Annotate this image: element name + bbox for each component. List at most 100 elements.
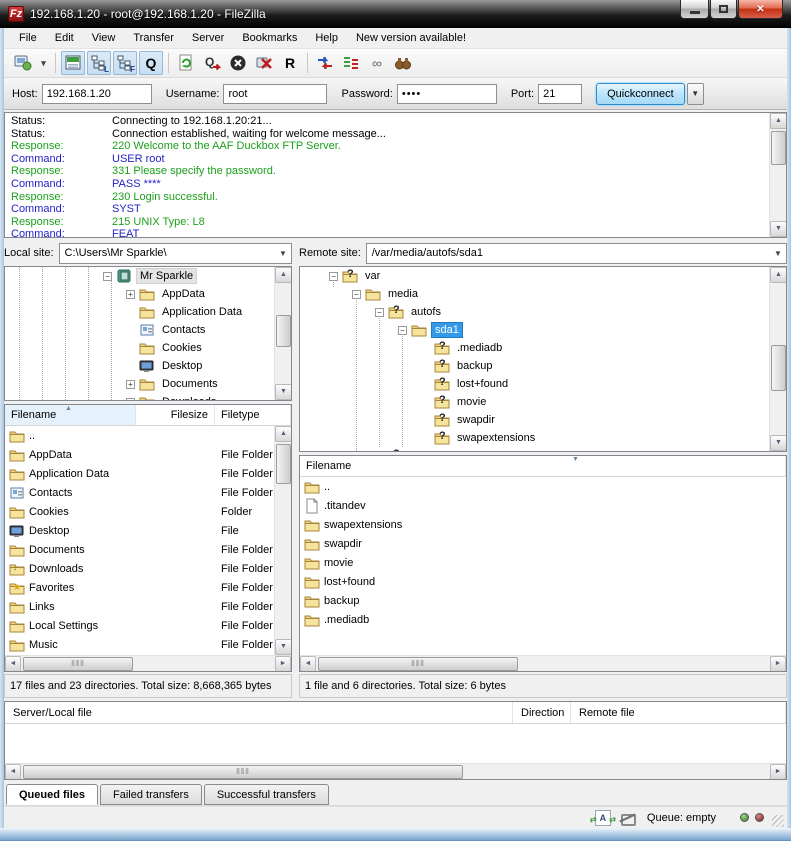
local-file-row[interactable]: DesktopFile <box>5 521 274 540</box>
queue-hscrollbar-thumb[interactable]: ⦀⦀⦀ <box>23 765 463 779</box>
port-input[interactable] <box>538 84 582 104</box>
menu-item-server[interactable]: Server <box>183 30 233 46</box>
scroll-up-icon[interactable]: ▲ <box>275 426 292 442</box>
remote-list-hscrollbar[interactable]: ◄ ⦀⦀⦀ ► <box>300 655 786 671</box>
local-list-scrollbar[interactable]: ▲ ▼ <box>274 426 291 655</box>
scroll-down-icon[interactable]: ▼ <box>770 221 787 237</box>
scroll-up-icon[interactable]: ▲ <box>275 267 292 283</box>
remote-tree-item[interactable]: −sda1 <box>300 321 786 339</box>
menu-item-view[interactable]: View <box>83 30 125 46</box>
scroll-up-icon[interactable]: ▲ <box>770 113 787 129</box>
local-list-hscrollbar-thumb[interactable]: ⦀⦀⦀ <box>23 657 133 671</box>
host-input[interactable] <box>42 84 152 104</box>
queue-hscrollbar[interactable]: ◄ ⦀⦀⦀ ► <box>5 763 786 779</box>
toggle-local-tree-button[interactable]: L <box>87 51 111 75</box>
scroll-right-icon[interactable]: ► <box>275 656 291 672</box>
log-scrollbar[interactable]: ▲ ▼ <box>769 113 786 237</box>
local-file-row[interactable]: ↓DownloadsFile Folder <box>5 559 274 578</box>
minimize-button[interactable] <box>680 0 709 19</box>
titlebar[interactable]: Fz 192.168.1.20 - root@192.168.1.20 - Fi… <box>0 0 791 28</box>
remote-file-row[interactable]: swapextensions <box>300 515 786 534</box>
local-site-combo[interactable]: C:\Users\Mr Sparkle\ ▼ <box>59 243 292 264</box>
remote-site-combo[interactable]: /var/media/autofs/sda1 ▼ <box>366 243 787 264</box>
username-input[interactable] <box>223 84 327 104</box>
local-file-row[interactable]: ContactsFile Folder <box>5 483 274 502</box>
remote-file-row[interactable]: .titandev <box>300 496 786 515</box>
local-tree-item[interactable]: Cookies <box>5 339 291 357</box>
chevron-down-icon[interactable]: ▼ <box>770 244 786 263</box>
quickconnect-dropdown-button[interactable]: ▼ <box>687 83 704 105</box>
column-header-filename[interactable]: Filename▼ <box>300 456 786 476</box>
column-header-filetype[interactable]: Filetype <box>215 405 291 425</box>
refresh-button[interactable] <box>174 51 198 75</box>
local-tree-item[interactable]: +Documents <box>5 375 291 393</box>
toggle-queue-button[interactable]: Q <box>139 51 163 75</box>
menu-item-help[interactable]: Help <box>306 30 347 46</box>
scroll-right-icon[interactable]: ► <box>770 764 786 780</box>
process-queue-button[interactable]: Q <box>200 51 224 75</box>
local-file-row[interactable]: CookiesFolder <box>5 502 274 521</box>
local-tree-item[interactable]: Application Data <box>5 303 291 321</box>
remote-tree-item[interactable]: ?swapextensions <box>300 429 786 447</box>
expander-collapse-icon[interactable]: − <box>352 290 361 299</box>
directory-comparison-button[interactable] <box>313 51 337 75</box>
local-tree-item[interactable]: Desktop <box>5 357 291 375</box>
scroll-right-icon[interactable]: ► <box>770 656 786 672</box>
menu-item-file[interactable]: File <box>10 30 46 46</box>
scroll-left-icon[interactable]: ◄ <box>300 656 316 672</box>
log-scrollbar-thumb[interactable] <box>771 131 786 165</box>
expander-expand-icon[interactable]: + <box>126 290 135 299</box>
expander-expand-icon[interactable]: + <box>126 380 135 389</box>
site-manager-dropdown-button[interactable]: ▾ <box>37 51 50 75</box>
local-file-row[interactable]: DocumentsFile Folder <box>5 540 274 559</box>
local-file-row[interactable]: Local SettingsFile Folder <box>5 616 274 635</box>
remote-file-row[interactable]: movie <box>300 553 786 572</box>
local-tree-scrollbar[interactable]: ▲ ▼ <box>274 267 291 400</box>
find-files-button[interactable] <box>391 51 415 75</box>
unencrypted-connection-icon[interactable] <box>619 811 635 825</box>
local-tree-item[interactable]: +↓Downloads <box>5 393 291 401</box>
local-list-scrollbar-thumb[interactable] <box>276 444 291 484</box>
remote-tree-item[interactable]: ?lost+found <box>300 375 786 393</box>
local-file-row[interactable]: Application DataFile Folder <box>5 464 274 483</box>
tab-failed-transfers[interactable]: Failed transfers <box>100 784 202 805</box>
menu-item-new-version-available[interactable]: New version available! <box>347 30 475 46</box>
password-input[interactable] <box>397 84 497 104</box>
remote-tree-item[interactable]: −?autofs <box>300 303 786 321</box>
remote-list-hscrollbar-thumb[interactable]: ⦀⦀⦀ <box>318 657 518 671</box>
tab-queued-files[interactable]: Queued files <box>6 784 98 805</box>
synchronized-browsing-button[interactable]: ∞ <box>365 51 389 75</box>
remote-file-row[interactable]: .. <box>300 477 786 496</box>
local-file-row[interactable]: MusicFile Folder <box>5 635 274 654</box>
maximize-button[interactable] <box>710 0 737 19</box>
local-tree-item[interactable]: +AppData <box>5 285 291 303</box>
remote-tree-item[interactable]: ?swapdir <box>300 411 786 429</box>
scroll-left-icon[interactable]: ◄ <box>5 764 21 780</box>
remote-tree-item[interactable]: ?backup <box>300 357 786 375</box>
local-tree-item[interactable]: −Mr Sparkle <box>5 267 291 285</box>
close-button[interactable]: ✕ <box>738 0 783 19</box>
scroll-down-icon[interactable]: ▼ <box>275 639 292 655</box>
transfer-type-icon[interactable]: A <box>595 810 611 826</box>
local-list-hscrollbar[interactable]: ◄ ⦀⦀⦀ ► <box>5 655 291 671</box>
remote-file-row[interactable]: .mediadb <box>300 610 786 629</box>
local-file-row[interactable]: .. <box>5 426 274 445</box>
local-tree-scrollbar-thumb[interactable] <box>276 315 291 347</box>
menu-item-transfer[interactable]: Transfer <box>124 30 183 46</box>
site-manager-button[interactable] <box>11 51 35 75</box>
local-tree-item[interactable]: Contacts <box>5 321 291 339</box>
column-header-filesize[interactable]: Filesize <box>136 405 215 425</box>
remote-tree-scrollbar-thumb[interactable] <box>771 345 786 391</box>
chevron-down-icon[interactable]: ▼ <box>275 244 291 263</box>
remote-tree-item[interactable]: ?dvd <box>300 447 786 452</box>
local-file-row[interactable]: ★FavoritesFile Folder <box>5 578 274 597</box>
expander-collapse-icon[interactable]: − <box>375 308 384 317</box>
queue-column-direction[interactable]: Direction <box>513 702 571 723</box>
cancel-button[interactable] <box>226 51 250 75</box>
expander-expand-icon[interactable]: + <box>126 398 135 402</box>
toggle-remote-tree-button[interactable]: F <box>113 51 137 75</box>
column-header-filename[interactable]: Filename▲ <box>5 405 136 425</box>
menu-item-edit[interactable]: Edit <box>46 30 83 46</box>
remote-tree-item[interactable]: ?movie <box>300 393 786 411</box>
reconnect-button[interactable]: R <box>278 51 302 75</box>
